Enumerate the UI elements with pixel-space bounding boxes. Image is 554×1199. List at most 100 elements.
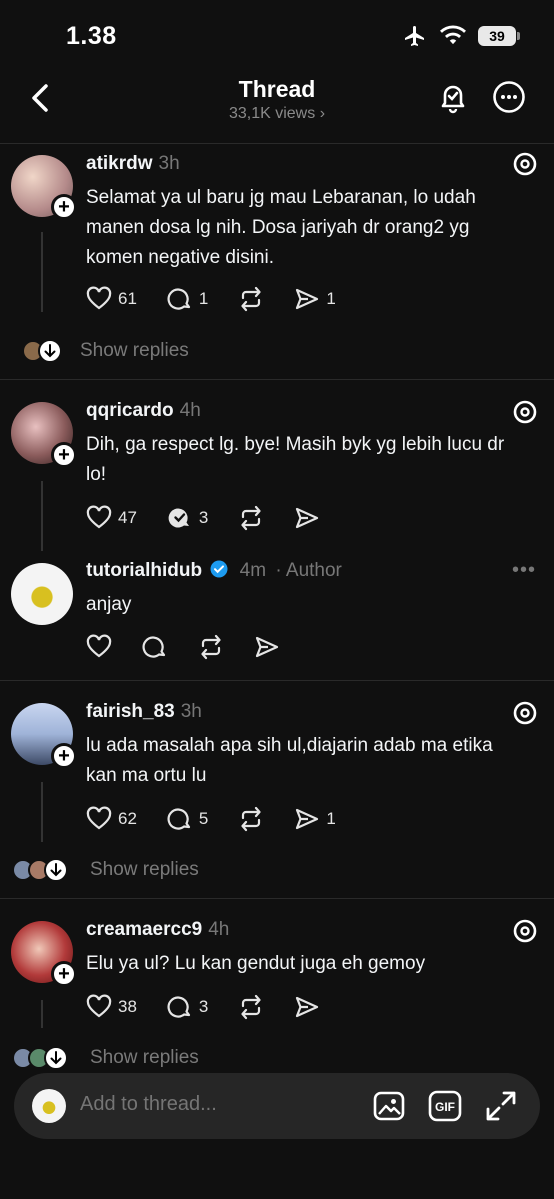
show-replies-link[interactable]: Show replies bbox=[90, 859, 199, 881]
reply-button[interactable]: 3 bbox=[167, 505, 208, 531]
gif-icon[interactable]: GIF bbox=[428, 1089, 462, 1123]
like-count: 61 bbox=[118, 289, 137, 308]
like-count: 38 bbox=[118, 997, 137, 1016]
post-text: anjay bbox=[86, 594, 132, 615]
post-actions bbox=[86, 634, 310, 660]
time-ago: 4h bbox=[208, 919, 230, 940]
username[interactable]: creamaercc9 4h bbox=[86, 919, 229, 941]
divider bbox=[0, 379, 554, 380]
repost-button[interactable] bbox=[198, 634, 224, 660]
heart-icon bbox=[86, 505, 112, 529]
reply-post: + fairish_83 3h lu ada masalah apa sih ul… bbox=[0, 696, 554, 896]
reply-avatars[interactable] bbox=[22, 339, 62, 363]
repost-icon bbox=[241, 806, 261, 832]
time-ago: 3h bbox=[158, 153, 180, 174]
post-text: Selamat ya ul baru jg mau Lebaranan, lo … bbox=[86, 187, 476, 268]
share-button[interactable]: 1 bbox=[294, 806, 336, 832]
repost-icon bbox=[241, 286, 261, 312]
repost-button[interactable] bbox=[238, 286, 264, 312]
divider bbox=[0, 143, 554, 144]
repost-button[interactable] bbox=[238, 994, 264, 1020]
reply-button[interactable] bbox=[142, 634, 168, 660]
comment-icon bbox=[167, 288, 191, 310]
reply-count: 3 bbox=[198, 997, 209, 1016]
arrow-down-icon bbox=[44, 1046, 68, 1070]
reply-avatars[interactable] bbox=[12, 1046, 68, 1070]
username-text: tutorialhidub bbox=[86, 560, 203, 581]
add-to-thread-input[interactable] bbox=[80, 1093, 350, 1116]
post-actions: 61 1 1 bbox=[86, 286, 366, 312]
arrow-down-icon bbox=[44, 858, 68, 882]
reply-post: + qqricardo 4h Dih, ga respect lg. bye! M… bbox=[0, 395, 554, 551]
like-button[interactable]: 38 bbox=[86, 994, 137, 1020]
avatar[interactable] bbox=[11, 563, 73, 625]
image-icon[interactable] bbox=[372, 1089, 406, 1123]
like-button[interactable] bbox=[86, 634, 112, 660]
notification-bell-icon[interactable] bbox=[436, 80, 470, 114]
send-icon bbox=[296, 288, 319, 310]
reply-post: + atikrdw 3h Selamat ya ul baru jg mau Le… bbox=[0, 150, 554, 380]
show-replies-link[interactable]: Show replies bbox=[90, 1047, 199, 1069]
verified-badge-icon bbox=[210, 560, 228, 578]
repost-icon bbox=[201, 634, 221, 660]
like-button[interactable]: 61 bbox=[86, 286, 137, 312]
reply-button[interactable]: 3 bbox=[167, 994, 208, 1020]
expand-icon[interactable] bbox=[484, 1089, 518, 1123]
share-button[interactable] bbox=[254, 634, 280, 660]
wifi-icon bbox=[440, 25, 466, 45]
follow-plus-icon[interactable]: + bbox=[51, 961, 77, 987]
post-actions: 62 5 1 bbox=[86, 806, 366, 832]
like-button[interactable]: 47 bbox=[86, 505, 137, 531]
heart-icon bbox=[86, 806, 112, 830]
like-button[interactable]: 62 bbox=[86, 806, 137, 832]
more-dots-icon[interactable]: ••• bbox=[512, 559, 536, 582]
reply-avatars[interactable] bbox=[12, 858, 68, 882]
status-icons: 39 bbox=[402, 24, 520, 48]
username-text: creamaercc9 bbox=[86, 919, 203, 940]
post-text: lu ada masalah apa sih ul,diajarin adab … bbox=[86, 735, 493, 786]
page-title: Thread bbox=[238, 76, 316, 102]
username-text: atikrdw bbox=[86, 153, 153, 174]
like-count: 47 bbox=[118, 508, 137, 527]
divider bbox=[0, 680, 554, 681]
repost-button[interactable] bbox=[238, 505, 264, 531]
reply-post: + creamaercc9 4h Elu ya ul? Lu kan gendut… bbox=[0, 914, 554, 1074]
share-count: 1 bbox=[326, 289, 336, 308]
comment-icon bbox=[142, 636, 166, 658]
views-count[interactable]: 33,1K views › bbox=[0, 105, 554, 123]
username[interactable]: fairish_83 3h bbox=[86, 701, 202, 723]
author-label: · Author bbox=[275, 560, 342, 581]
share-button[interactable] bbox=[294, 994, 320, 1020]
time-ago: 4h bbox=[179, 400, 201, 421]
more-options-icon[interactable] bbox=[492, 80, 526, 114]
send-icon bbox=[296, 808, 319, 830]
heart-icon bbox=[86, 286, 112, 310]
svg-text:GIF: GIF bbox=[435, 1100, 455, 1114]
reply-composer: GIF bbox=[14, 1073, 540, 1139]
username[interactable]: qqricardo 4h bbox=[86, 400, 201, 422]
follow-plus-icon[interactable]: + bbox=[51, 442, 77, 468]
battery-icon: 39 bbox=[478, 26, 520, 46]
divider bbox=[0, 898, 554, 899]
thread-line bbox=[41, 481, 43, 551]
post-actions: 38 3 bbox=[86, 994, 350, 1020]
username[interactable]: tutorialhidub 4m · Author bbox=[86, 560, 342, 582]
reply-button[interactable]: 1 bbox=[167, 286, 208, 312]
reply-button[interactable]: 5 bbox=[167, 806, 208, 832]
username[interactable]: atikrdw 3h bbox=[86, 153, 180, 175]
follow-plus-icon[interactable]: + bbox=[51, 743, 77, 769]
user-avatar bbox=[32, 1089, 66, 1123]
share-button[interactable]: 1 bbox=[294, 286, 336, 312]
threads-logo-icon bbox=[513, 400, 537, 424]
repost-icon bbox=[241, 994, 261, 1020]
send-icon bbox=[296, 996, 319, 1018]
threads-logo-icon bbox=[513, 701, 537, 725]
comment-icon bbox=[167, 996, 191, 1018]
repost-button[interactable] bbox=[238, 806, 264, 832]
follow-plus-icon[interactable]: + bbox=[51, 194, 77, 220]
show-replies-link[interactable]: Show replies bbox=[80, 340, 189, 362]
time-ago: 3h bbox=[180, 701, 202, 722]
share-button[interactable] bbox=[294, 505, 320, 531]
reply-count: 1 bbox=[198, 289, 209, 308]
thread-header: Thread 33,1K views › bbox=[0, 70, 554, 142]
